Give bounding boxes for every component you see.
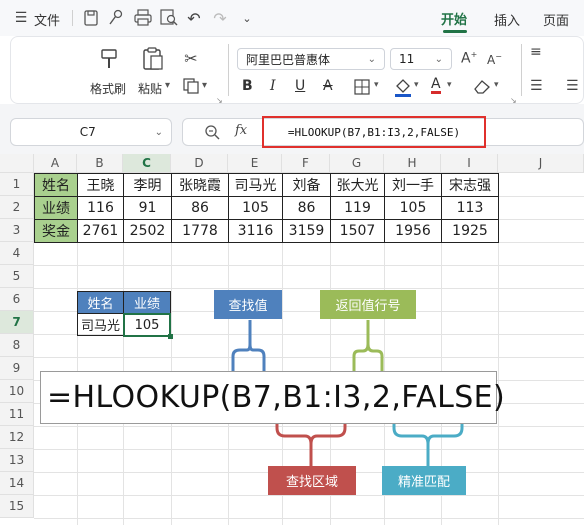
bracket-lines: [231, 320, 464, 466]
bracket-row-index: [352, 320, 384, 372]
bracket-lookup-value: [231, 320, 266, 372]
formula-annotation-box: =HLOOKUP(B7,B1:I3,2,FALSE): [40, 371, 505, 424]
big-formula-text: =HLOOKUP(B7,B1:I3,2,FALSE): [47, 380, 506, 415]
